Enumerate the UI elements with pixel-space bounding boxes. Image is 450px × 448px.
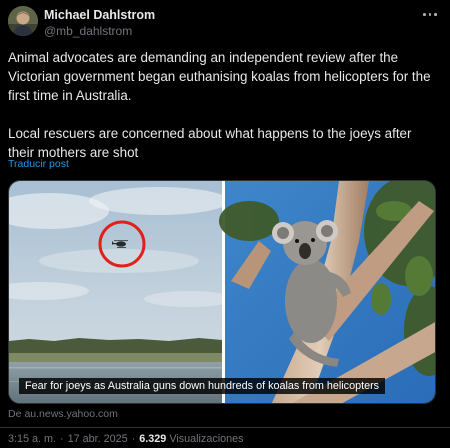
author-name[interactable]: Michael Dahlstrom [44, 8, 155, 22]
source-prefix: De [8, 408, 22, 420]
tweet-paragraph: Local rescuers are concerned about what … [8, 126, 412, 160]
tweet-header: Michael Dahlstrom @mb_dahlstrom [8, 6, 442, 40]
helicopter-photo [9, 181, 234, 403]
avatar[interactable] [8, 6, 38, 36]
source-domain: au.news.yahoo.com [24, 408, 118, 420]
post-date[interactable]: 17 abr. 2025 [68, 433, 128, 445]
tweet-text: Animal advocates are demanding an indepe… [8, 48, 438, 162]
media-caption: Fear for joeys as Australia guns down hu… [19, 378, 386, 394]
separator: · [131, 433, 136, 445]
views-count: 6.329 [139, 433, 167, 445]
link-card-media[interactable]: Fear for joeys as Australia guns down hu… [8, 180, 436, 404]
more-horizontal-icon [423, 13, 426, 16]
separator: · [60, 433, 64, 445]
more-options-button[interactable] [422, 8, 438, 20]
tweet-paragraph: Animal advocates are demanding an indepe… [8, 50, 431, 103]
koala-photo [219, 181, 435, 403]
avatar-image [8, 6, 38, 36]
views-label: Visualizaciones [169, 433, 244, 445]
author-handle[interactable]: @mb_dahlstrom [44, 24, 132, 38]
tweet-meta: 3:15 a. m. · 17 abr. 2025 · 6.329 Visualizac… [8, 433, 244, 445]
news-photo [9, 181, 435, 403]
source-link[interactable]: De au.news.yahoo.com [8, 408, 118, 420]
divider [0, 427, 450, 428]
translate-post-link[interactable]: Traducir post [8, 158, 69, 170]
post-time[interactable]: 3:15 a. m. [8, 433, 56, 445]
